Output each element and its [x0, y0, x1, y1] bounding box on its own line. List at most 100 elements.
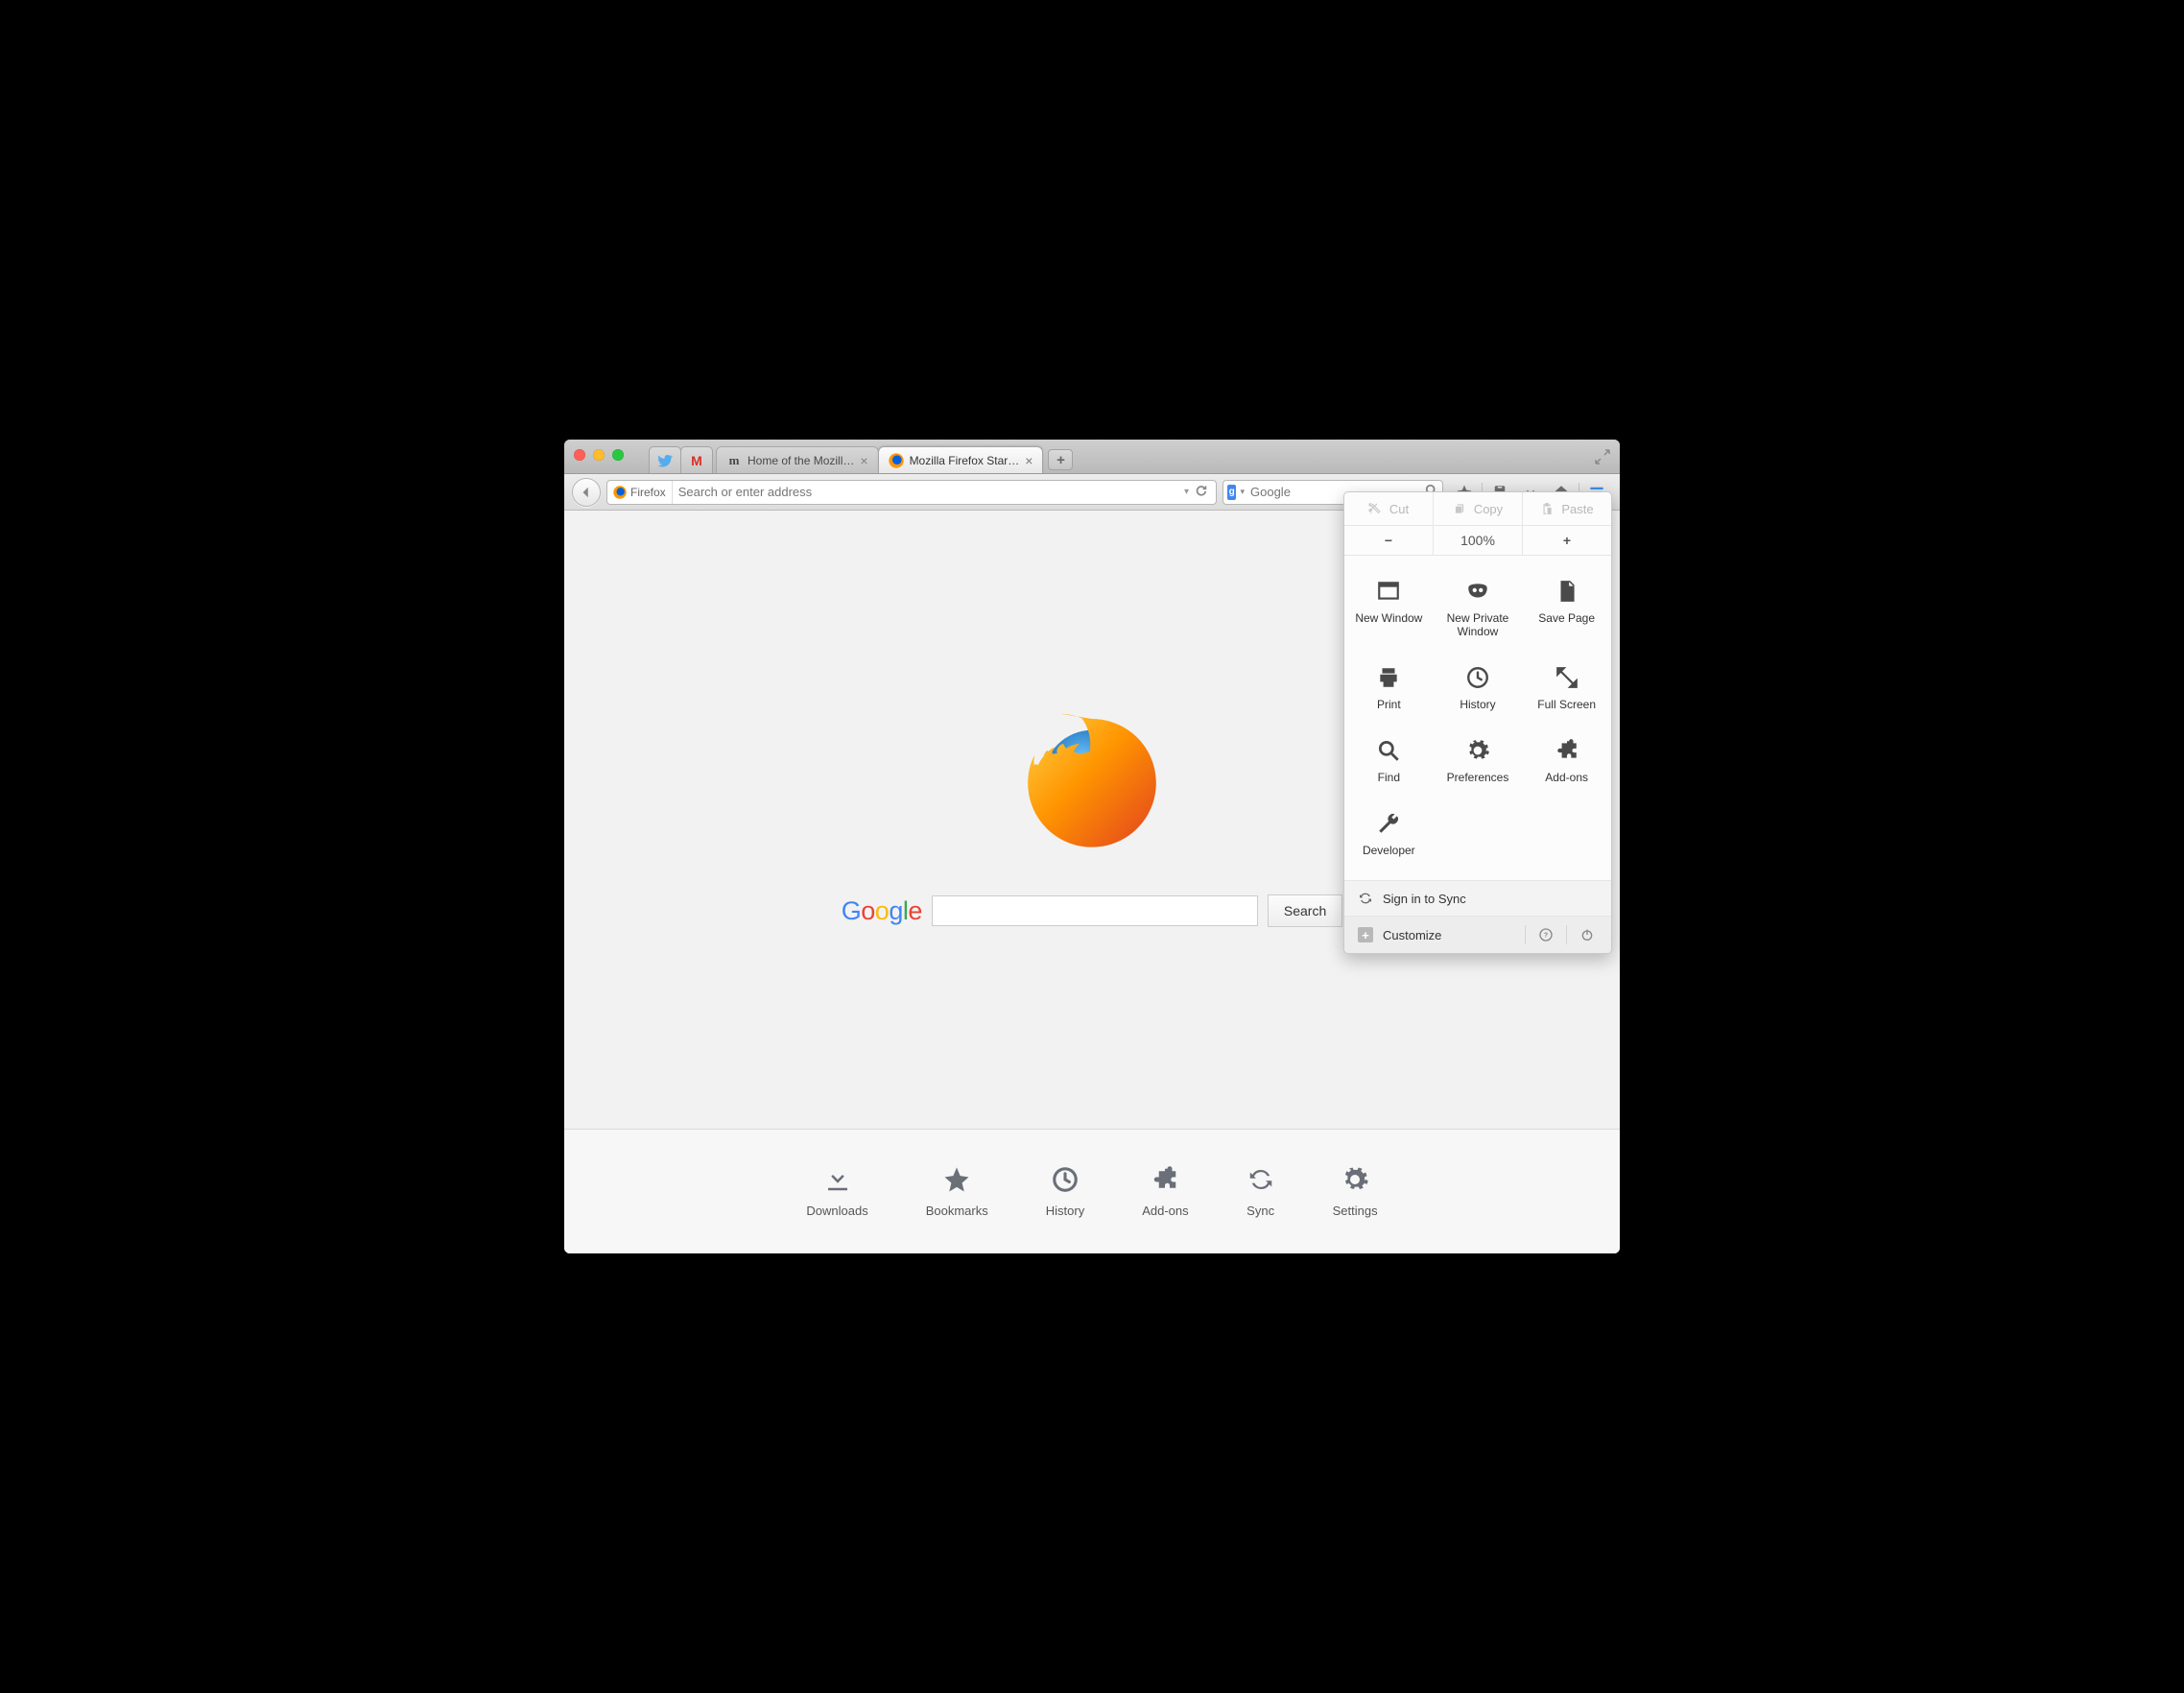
search-engine-icon[interactable]: g	[1227, 485, 1236, 500]
separator	[1525, 925, 1526, 944]
sync-icon	[1358, 891, 1373, 906]
cut-button[interactable]: Cut	[1344, 492, 1434, 525]
paste-icon	[1540, 502, 1554, 515]
window-minimize-button[interactable]	[593, 449, 605, 461]
menu-customize-button[interactable]: Customize	[1383, 928, 1441, 942]
browser-window: M m Home of the Mozill… × Mozilla Firefo…	[564, 440, 1620, 1253]
zoom-out-button[interactable]: −	[1344, 526, 1434, 555]
menu-history[interactable]: History	[1434, 652, 1523, 725]
menu-label: Full Screen	[1537, 698, 1596, 711]
menu-find[interactable]: Find	[1344, 725, 1434, 798]
window-controls	[574, 449, 624, 461]
help-icon: ?	[1538, 927, 1554, 942]
search-icon	[1376, 738, 1401, 763]
launcher-bar: Downloads Bookmarks History Add-ons Sync…	[564, 1129, 1620, 1253]
menu-label: Save Page	[1538, 611, 1595, 625]
tab-close-icon[interactable]: ×	[1025, 454, 1033, 467]
google-logo: Google	[842, 896, 922, 926]
launcher-label: Downloads	[806, 1204, 867, 1218]
google-search-row: Google Search	[842, 894, 1343, 927]
menu-label: History	[1460, 698, 1495, 711]
back-arrow-icon	[580, 486, 593, 499]
clock-icon	[1051, 1165, 1080, 1194]
identity-box[interactable]: Firefox	[611, 481, 673, 504]
menu-new-window[interactable]: New Window	[1344, 565, 1434, 652]
fullscreen-icon	[1595, 449, 1610, 465]
menu-label: Print	[1377, 698, 1401, 711]
menu-label: New Private Window	[1437, 611, 1519, 638]
menu-new-private[interactable]: New Private Window	[1434, 565, 1523, 652]
menu-save-page[interactable]: Save Page	[1522, 565, 1611, 652]
copy-icon	[1453, 502, 1466, 515]
svg-text:?: ?	[1544, 931, 1549, 940]
window-close-button[interactable]	[574, 449, 585, 461]
download-icon	[823, 1165, 852, 1194]
power-icon	[1579, 927, 1595, 942]
url-input[interactable]	[677, 484, 1180, 500]
new-tab-button[interactable]: +	[1048, 449, 1073, 470]
menu-quit-button[interactable]	[1577, 924, 1598, 945]
tab-label: Home of the Mozill…	[748, 454, 854, 467]
back-button[interactable]	[572, 478, 601, 507]
launcher-addons[interactable]: Add-ons	[1142, 1165, 1188, 1218]
menu-label: Find	[1378, 771, 1400, 784]
google-search-button[interactable]: Search	[1268, 894, 1342, 927]
pinned-tab-twitter[interactable]	[649, 446, 681, 473]
launcher-settings[interactable]: Settings	[1333, 1165, 1378, 1218]
launcher-label: Add-ons	[1142, 1204, 1188, 1218]
gear-icon	[1341, 1165, 1369, 1194]
menu-customize-row: + Customize ?	[1344, 916, 1611, 953]
menu-help-button[interactable]: ?	[1535, 924, 1556, 945]
url-dropmarker-icon[interactable]: ▾	[1184, 487, 1189, 497]
menu-preferences[interactable]: Preferences	[1434, 725, 1523, 798]
search-engine-dropmarker-icon[interactable]: ▾	[1240, 487, 1245, 497]
paste-button[interactable]: Paste	[1523, 492, 1611, 525]
identity-label: Firefox	[630, 486, 666, 499]
menu-label: New Window	[1355, 611, 1422, 625]
separator	[1566, 925, 1567, 944]
star-icon	[942, 1165, 971, 1194]
menu-print[interactable]: Print	[1344, 652, 1434, 725]
clock-icon	[1465, 665, 1490, 690]
google-search-input[interactable]	[932, 895, 1258, 926]
window-icon	[1376, 579, 1401, 604]
tab-background-0[interactable]: m Home of the Mozill… ×	[716, 446, 879, 473]
menu-fullscreen[interactable]: Full Screen	[1522, 652, 1611, 725]
menu-label: Add-ons	[1545, 771, 1588, 784]
menu-sync-label: Sign in to Sync	[1383, 892, 1466, 906]
zoom-controls: − 100% +	[1344, 526, 1611, 556]
url-bar[interactable]: Firefox ▾	[606, 480, 1217, 505]
launcher-label: Settings	[1333, 1204, 1378, 1218]
twitter-icon	[657, 453, 673, 468]
cut-label: Cut	[1389, 502, 1409, 516]
zoom-in-button[interactable]: +	[1523, 526, 1611, 555]
menu-sync[interactable]: Sign in to Sync	[1344, 880, 1611, 916]
reload-button[interactable]	[1195, 484, 1208, 500]
launcher-label: Sync	[1246, 1204, 1274, 1218]
menu-addons[interactable]: Add-ons	[1522, 725, 1611, 798]
launcher-label: History	[1046, 1204, 1084, 1218]
gmail-icon: M	[691, 453, 702, 468]
page-icon	[1555, 579, 1579, 604]
launcher-label: Bookmarks	[926, 1204, 988, 1218]
copy-button[interactable]: Copy	[1434, 492, 1523, 525]
menu-developer[interactable]: Developer	[1344, 798, 1434, 870]
launcher-history[interactable]: History	[1046, 1165, 1084, 1218]
launcher-sync[interactable]: Sync	[1246, 1165, 1275, 1218]
reload-icon	[1195, 484, 1208, 497]
pinned-tab-gmail[interactable]: M	[680, 446, 713, 473]
wrench-icon	[1376, 811, 1401, 836]
window-zoom-button[interactable]	[612, 449, 624, 461]
mask-icon	[1465, 579, 1490, 604]
menu-panel: Cut Copy Paste − 100% + New Window N	[1343, 491, 1612, 954]
launcher-bookmarks[interactable]: Bookmarks	[926, 1165, 988, 1218]
paste-label: Paste	[1561, 502, 1593, 516]
fullscreen-icon	[1555, 665, 1579, 690]
launcher-downloads[interactable]: Downloads	[806, 1165, 867, 1218]
zoom-level[interactable]: 100%	[1434, 526, 1523, 555]
tab-close-icon[interactable]: ×	[860, 454, 867, 467]
copy-label: Copy	[1474, 502, 1503, 516]
fullscreen-button[interactable]	[1595, 449, 1610, 465]
printer-icon	[1376, 665, 1401, 690]
tab-active[interactable]: Mozilla Firefox Star… ×	[878, 446, 1044, 473]
